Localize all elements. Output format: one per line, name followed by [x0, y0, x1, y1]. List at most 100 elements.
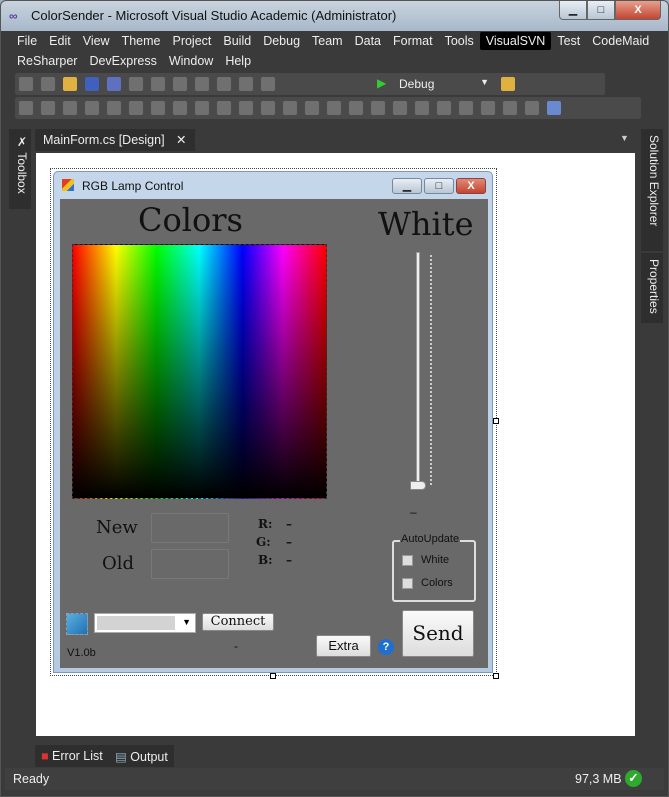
menu-team[interactable]: Team	[306, 32, 349, 50]
cut-icon[interactable]	[129, 77, 143, 91]
minimize-button[interactable]: ▁	[559, 1, 587, 20]
properties-tab[interactable]: Properties	[641, 253, 663, 323]
close-button[interactable]: X	[615, 1, 661, 20]
white-checkbox[interactable]: White	[402, 554, 449, 566]
memory-usage: 97,3 MB	[575, 772, 622, 786]
properties-label: Properties	[647, 259, 661, 314]
find-in-files-icon[interactable]	[501, 77, 515, 91]
format-icon[interactable]	[547, 101, 561, 115]
h-spacing-dec-icon[interactable]	[305, 101, 319, 115]
menu-debug[interactable]: Debug	[257, 32, 306, 50]
menu-test[interactable]: Test	[551, 32, 586, 50]
align-lefts-icon[interactable]	[41, 101, 55, 115]
menu-window[interactable]: Window	[163, 52, 219, 70]
form-maximize-button[interactable]: □	[424, 178, 454, 194]
port-combobox[interactable]: ▼	[94, 613, 196, 633]
size-to-grid-icon[interactable]	[239, 101, 253, 115]
v-spacing-remove-icon[interactable]	[415, 101, 429, 115]
connect-button[interactable]: Connect	[202, 613, 274, 631]
help-icon[interactable]: ?	[378, 639, 394, 655]
b-value: –	[286, 553, 292, 567]
paste-icon[interactable]	[173, 77, 187, 91]
menu-codemaid[interactable]: CodeMaid	[586, 32, 655, 50]
v-spacing-inc-icon[interactable]	[371, 101, 385, 115]
config-value: Debug	[399, 77, 435, 91]
resize-handle-right[interactable]	[493, 418, 499, 424]
menu-build[interactable]: Build	[217, 32, 257, 50]
menu-tools[interactable]: Tools	[439, 32, 480, 50]
version-label: V1.0b	[67, 647, 96, 659]
navigate-forward-icon[interactable]	[261, 77, 275, 91]
save-icon[interactable]	[85, 77, 99, 91]
tab-list-dropdown-icon[interactable]: ▼	[620, 133, 629, 143]
menu-theme[interactable]: Theme	[116, 32, 167, 50]
white-slider-track[interactable]	[416, 252, 420, 488]
colors-checkbox-box[interactable]	[402, 577, 413, 589]
menu-project[interactable]: Project	[166, 32, 217, 50]
save-all-icon[interactable]	[107, 77, 121, 91]
align-centers-icon[interactable]	[63, 101, 77, 115]
white-slider-thumb[interactable]	[410, 481, 426, 490]
menu-file[interactable]: File	[11, 32, 43, 50]
standard-toolbar: ▶ Debug ▼	[15, 73, 605, 95]
new-project-icon[interactable]	[19, 77, 33, 91]
same-width-icon[interactable]	[173, 101, 187, 115]
maximize-button[interactable]: □	[587, 1, 615, 20]
menu-visualsvn[interactable]: VisualSVN	[479, 32, 552, 50]
old-label: Old	[102, 553, 135, 574]
redo-icon[interactable]	[217, 77, 231, 91]
autoupdate-group: AutoUpdate White Colors	[392, 533, 476, 602]
menu-edit[interactable]: Edit	[43, 32, 77, 50]
h-spacing-icon[interactable]	[261, 101, 275, 115]
align-grid-icon[interactable]	[19, 101, 33, 115]
copy-icon[interactable]	[151, 77, 165, 91]
close-tab-icon[interactable]: ✕	[176, 133, 186, 147]
menu-devexpress[interactable]: DevExpress	[83, 52, 162, 70]
new-label: New	[96, 517, 138, 538]
solution-explorer-tab[interactable]: Solution Explorer	[641, 129, 663, 251]
v-spacing-dec-icon[interactable]	[393, 101, 407, 115]
color-picker[interactable]	[72, 244, 327, 499]
refresh-ports-icon[interactable]	[66, 613, 88, 635]
g-label: G:	[256, 535, 271, 549]
send-button[interactable]: Send	[402, 610, 474, 657]
same-size-icon[interactable]	[217, 101, 231, 115]
v-spacing-icon[interactable]	[349, 101, 363, 115]
colors-checkbox[interactable]: Colors	[402, 577, 453, 589]
add-item-icon[interactable]	[41, 77, 55, 91]
open-icon[interactable]	[63, 77, 77, 91]
center-horizontally-icon[interactable]	[437, 101, 451, 115]
align-rights-icon[interactable]	[85, 101, 99, 115]
menu-format[interactable]: Format	[387, 32, 439, 50]
start-debug-icon[interactable]: ▶	[377, 76, 386, 90]
tab-mainform-design[interactable]: MainForm.cs [Design] ✕	[35, 129, 195, 151]
undo-icon[interactable]	[195, 77, 209, 91]
form-minimize-button[interactable]: ▁	[392, 178, 422, 194]
extra-button[interactable]: Extra	[316, 635, 371, 657]
align-bottoms-icon[interactable]	[151, 101, 165, 115]
tab-order-icon[interactable]	[525, 101, 539, 115]
tab-output[interactable]: ▤ Output	[109, 745, 174, 767]
send-to-back-icon[interactable]	[503, 101, 517, 115]
h-spacing-inc-icon[interactable]	[283, 101, 297, 115]
same-height-icon[interactable]	[195, 101, 209, 115]
navigate-back-icon[interactable]	[239, 77, 253, 91]
center-vertically-icon[interactable]	[459, 101, 473, 115]
bring-to-front-icon[interactable]	[481, 101, 495, 115]
chevron-down-icon[interactable]: ▼	[182, 617, 191, 627]
white-checkbox-box[interactable]	[402, 554, 413, 566]
align-tops-icon[interactable]	[107, 101, 121, 115]
menu-view[interactable]: View	[77, 32, 116, 50]
menu-resharper[interactable]: ReSharper	[11, 52, 83, 70]
menu-help[interactable]: Help	[219, 52, 257, 70]
form-close-button[interactable]: X	[456, 178, 486, 194]
menu-data[interactable]: Data	[349, 32, 387, 50]
tab-error-list[interactable]: ■ Error List	[35, 745, 109, 767]
align-middles-icon[interactable]	[129, 101, 143, 115]
resize-handle-corner[interactable]	[493, 673, 499, 679]
h-spacing-remove-icon[interactable]	[327, 101, 341, 115]
config-dropdown[interactable]: Debug ▼	[399, 77, 489, 91]
toolbox-tab[interactable]: ✗ Toolbox	[9, 129, 31, 209]
rgb-lamp-form[interactable]: RGB Lamp Control ▁ □ X Colors White – Ne…	[53, 171, 493, 673]
resize-handle-bottom[interactable]	[270, 673, 276, 679]
